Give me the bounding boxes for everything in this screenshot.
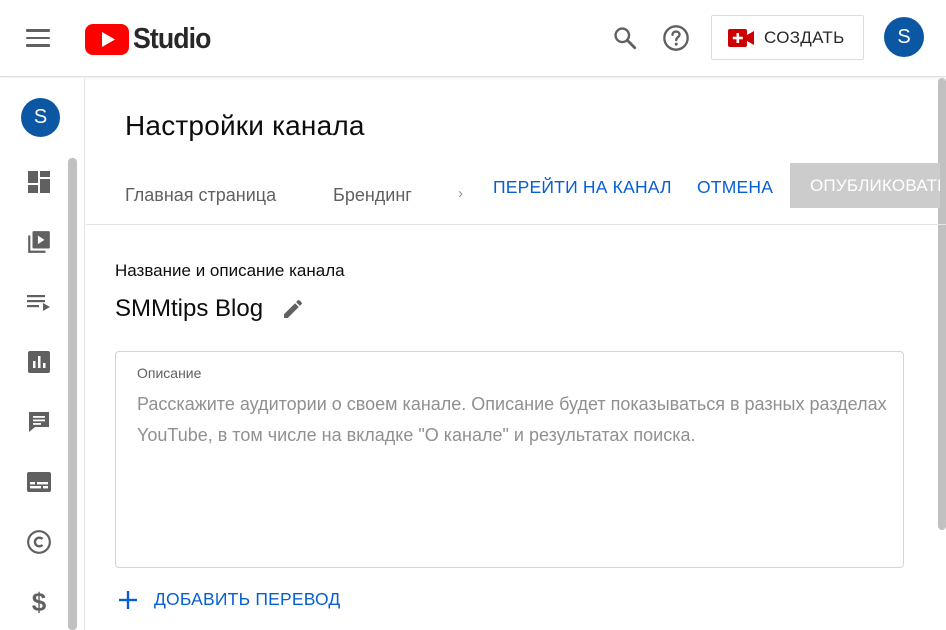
dashboard-icon (28, 171, 50, 193)
section-title: Название и описание канала (115, 261, 345, 280)
sidebar-item-dashboard[interactable] (24, 167, 54, 197)
content-icon (28, 231, 50, 253)
main-scrollbar[interactable] (938, 78, 946, 530)
sidebar-item-content[interactable] (24, 227, 54, 257)
search-icon[interactable] (608, 21, 642, 55)
account-avatar[interactable]: S (884, 17, 924, 57)
youtube-logo-icon (85, 23, 129, 55)
create-button[interactable]: СОЗДАТЬ (711, 15, 864, 60)
sidebar-item-playlists[interactable] (24, 287, 54, 317)
sidebar-item-comments[interactable] (24, 407, 54, 437)
go-to-channel-button[interactable]: ПЕРЕЙТИ НА КАНАЛ (493, 177, 672, 198)
tabs-row: Главная страница Брендинг › ПЕРЕЙТИ НА К… (86, 163, 946, 225)
sidebar-item-analytics[interactable] (24, 347, 54, 377)
channel-name-row: SMMtips Blog (115, 295, 307, 323)
svg-text:$: $ (32, 588, 47, 616)
add-translation-label: ДОБАВИТЬ ПЕРЕВОД (154, 589, 341, 609)
channel-name: SMMtips Blog (115, 295, 264, 322)
sidebar-item-copyright[interactable] (24, 527, 54, 557)
help-icon[interactable] (659, 21, 693, 55)
logo-text: Studio (133, 22, 211, 55)
publish-button[interactable]: ОПУБЛИКОВАТЬ (790, 163, 940, 208)
publish-button-label: ОПУБЛИКОВАТЬ (810, 175, 940, 195)
analytics-icon (28, 351, 50, 373)
main-content: Настройки канала Главная страница Бренди… (86, 78, 946, 630)
description-label: Описание (137, 365, 202, 381)
sidebar-scrollbar[interactable] (68, 158, 77, 630)
tabs-more-chevron-icon[interactable]: › (458, 185, 463, 202)
tab-home[interactable]: Главная страница (125, 185, 276, 206)
sidebar-item-subtitles[interactable] (24, 467, 54, 497)
youtube-studio-logo[interactable]: Studio (85, 22, 217, 56)
hamburger-icon[interactable] (26, 28, 52, 48)
channel-avatar[interactable]: S (21, 98, 60, 137)
add-translation-button[interactable]: ДОБАВИТЬ ПЕРЕВОД (118, 589, 341, 610)
playlists-icon (27, 295, 50, 311)
cancel-button[interactable]: ОТМЕНА (697, 177, 773, 198)
copyright-icon (27, 530, 51, 554)
sidebar-item-monetization[interactable]: $ (24, 587, 54, 617)
tab-branding[interactable]: Брендинг (333, 185, 412, 206)
subtitles-icon (27, 472, 51, 492)
video-camera-plus-icon (728, 28, 754, 47)
comments-icon (29, 412, 49, 432)
page-title: Настройки канала (125, 110, 365, 141)
description-placeholder: Расскажите аудитории о своем канале. Опи… (137, 394, 887, 445)
plus-icon (119, 590, 137, 609)
edit-pencil-icon[interactable] (279, 295, 307, 323)
monetization-icon: $ (32, 588, 47, 616)
top-bar: Studio СОЗДАТЬ S (0, 0, 946, 77)
create-button-label: СОЗДАТЬ (764, 27, 845, 47)
sidebar: S $ (0, 78, 85, 630)
description-field[interactable]: Описание Расскажите аудитории о своем ка… (115, 351, 904, 568)
